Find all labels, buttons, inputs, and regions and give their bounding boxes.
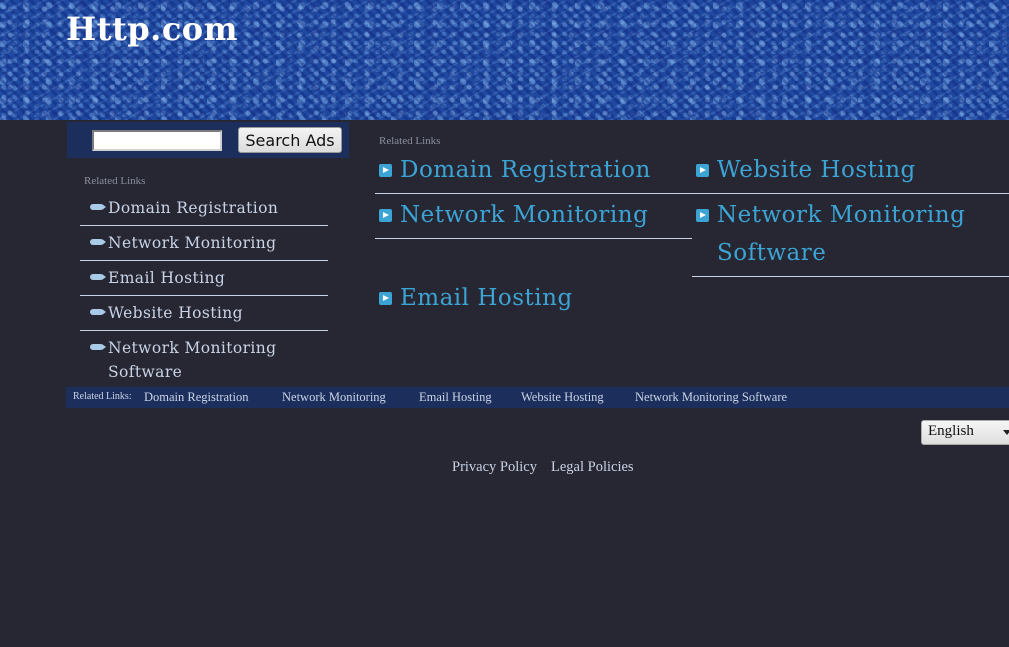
fish-bullet-icon (90, 344, 106, 350)
bar-link-network-monitoring[interactable]: Network Monitoring (282, 390, 386, 405)
arrow-right-icon (696, 164, 709, 177)
main-link-domain-registration[interactable]: Domain Registration (375, 151, 692, 189)
main-link-label: Website Hosting (717, 157, 916, 183)
arrow-right-icon (696, 209, 709, 222)
legal-policies-link[interactable]: Legal Policies (551, 459, 634, 476)
divider (692, 193, 1009, 194)
sidebar-item-label: Network Monitoring (108, 234, 277, 252)
language-selected: English (928, 423, 974, 439)
fish-bullet-icon (90, 204, 106, 210)
bar-link-email-hosting[interactable]: Email Hosting (419, 390, 492, 405)
main-link-label: Network Monitoring Software (717, 202, 966, 266)
main-link-label: Domain Registration (400, 157, 651, 183)
sidebar-item-website-hosting[interactable]: Website Hosting (80, 296, 328, 331)
sidebar-item-email-hosting[interactable]: Email Hosting (80, 261, 328, 296)
privacy-policy-link[interactable]: Privacy Policy (452, 459, 537, 476)
main-link-label: Network Monitoring (400, 202, 649, 228)
search-input[interactable] (92, 130, 222, 151)
sidebar-heading: Related Links (84, 175, 146, 187)
main-links-heading: Related Links (379, 135, 441, 147)
bar-link-domain-registration[interactable]: Domain Registration (144, 390, 249, 405)
fish-bullet-icon (90, 239, 106, 245)
sidebar-item-domain-registration[interactable]: Domain Registration (80, 191, 328, 226)
search-ads-button[interactable]: Search Ads (238, 127, 342, 153)
sidebar-item-network-monitoring[interactable]: Network Monitoring (80, 226, 328, 261)
fish-bullet-icon (90, 274, 106, 280)
bar-link-network-monitoring-software[interactable]: Network Monitoring Software (635, 390, 787, 405)
divider (692, 276, 1009, 277)
chevron-down-icon (1003, 430, 1009, 435)
divider (375, 238, 692, 239)
fish-bullet-icon (90, 309, 106, 315)
bar-link-website-hosting[interactable]: Website Hosting (521, 390, 604, 405)
related-bar-label: Related Links: (73, 391, 132, 402)
arrow-right-icon (379, 209, 392, 222)
header-banner: Http.com (0, 0, 1009, 120)
divider (375, 193, 692, 194)
sidebar-item-label: Website Hosting (108, 304, 243, 322)
arrow-right-icon (379, 164, 392, 177)
arrow-right-icon (379, 292, 392, 305)
main-link-email-hosting[interactable]: Email Hosting (375, 279, 692, 317)
sidebar-item-network-monitoring-software[interactable]: Network Monitoring Software (80, 331, 328, 389)
sidebar-item-label: Email Hosting (108, 269, 226, 287)
sidebar-related-links: Related Links Domain Registration Networ… (80, 175, 328, 389)
main-link-label: Email Hosting (400, 285, 573, 311)
language-select[interactable]: English (921, 420, 1009, 445)
main-link-network-monitoring[interactable]: Network Monitoring (375, 196, 692, 234)
related-links-bar: Related Links: Domain Registration Netwo… (66, 387, 1009, 408)
sidebar-item-label: Network Monitoring Software (108, 339, 277, 381)
sidebar-item-label: Domain Registration (108, 199, 279, 217)
main-link-website-hosting[interactable]: Website Hosting (692, 151, 1009, 189)
main-link-network-monitoring-software[interactable]: Network Monitoring Software (692, 196, 992, 272)
site-title[interactable]: Http.com (66, 10, 238, 48)
search-box: Search Ads (67, 122, 349, 158)
